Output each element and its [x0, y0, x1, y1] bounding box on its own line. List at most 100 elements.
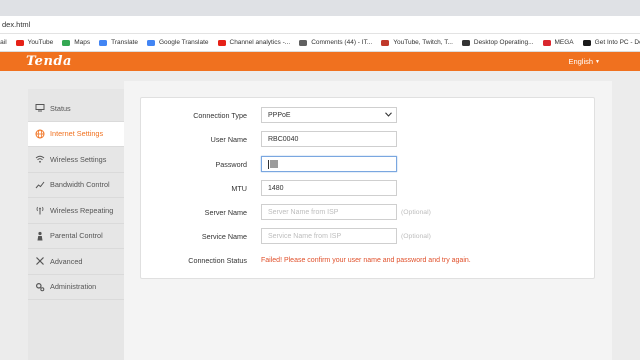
connection-type-select[interactable]: PPPoE: [261, 107, 397, 123]
main-panel: Connection Type PPPoE User Name RBC0040 …: [124, 81, 612, 360]
address-bar[interactable]: dex.html: [0, 16, 640, 34]
service-name-row: Service Name Service Name from ISP (Opti…: [141, 227, 596, 245]
connection-type-row: Connection Type PPPoE: [141, 106, 596, 124]
language-label: English: [568, 57, 594, 66]
bookmark-item[interactable]: Channel analytics -...: [217, 39, 291, 46]
bookmarks-bar: rail YouTube Maps Translate Google Translate…: [0, 34, 640, 52]
caret-down-icon: ▼: [595, 58, 600, 65]
sidebar-item-wireless-repeating[interactable]: Wireless Repeating: [28, 198, 124, 224]
bookmark-favicon-icon: [461, 39, 470, 46]
monitor-icon: [35, 103, 45, 113]
sidebar-item-advanced[interactable]: Advanced: [28, 249, 124, 275]
language-selector[interactable]: English ▼: [568, 57, 600, 66]
tenda-logo: Tenda: [26, 54, 72, 69]
service-name-placeholder: Service Name from ISP: [268, 232, 342, 240]
bookmark-favicon-icon: [15, 39, 24, 46]
wifi-icon: [35, 154, 45, 164]
password-row: Password: [141, 155, 596, 173]
connection-status-message: Failed! Please confirm your user name an…: [261, 256, 471, 264]
server-name-input[interactable]: Server Name from ISP: [261, 204, 397, 220]
service-name-input[interactable]: Service Name from ISP: [261, 228, 397, 244]
password-input[interactable]: [261, 156, 397, 172]
gear-icon: [35, 282, 45, 292]
bookmark-label: Maps: [74, 39, 91, 46]
server-name-placeholder: Server Name from ISP: [268, 208, 339, 216]
sidebar-nav: Status Internet Settings Wireless Settings…: [28, 89, 124, 360]
bookmark-favicon-icon: [99, 39, 108, 46]
bookmark-favicon-icon: [217, 39, 226, 46]
app-header: Tenda English ▼: [0, 52, 640, 71]
bookmark-favicon-icon: [582, 39, 591, 46]
user-name-input[interactable]: RBC0040: [261, 131, 397, 147]
bookmark-label: Translate: [111, 39, 138, 46]
bookmark-label: YouTube: [27, 39, 54, 46]
person-icon: [35, 231, 45, 241]
sidebar-item-parental-control[interactable]: Parental Control: [28, 224, 124, 249]
chevron-down-icon: [385, 111, 392, 119]
bookmark-label: rail: [0, 39, 7, 46]
connection-type-label: Connection Type: [193, 110, 247, 120]
globe-icon: [35, 129, 45, 139]
server-name-optional: (Optional): [401, 208, 431, 216]
sidebar-item-wireless-settings[interactable]: Wireless Settings: [28, 147, 124, 173]
bookmark-label: Comments (44) - IT...: [311, 39, 373, 46]
mtu-value: 1480: [268, 184, 284, 192]
user-name-row: User Name RBC0040: [141, 130, 596, 148]
text-cursor: [268, 159, 269, 169]
sidebar-item-label: Wireless Repeating: [50, 205, 114, 215]
user-name-value: RBC0040: [268, 135, 299, 143]
bookmark-item[interactable]: MEGA: [542, 39, 574, 46]
sidebar-item-administration[interactable]: Administration: [28, 275, 124, 300]
bookmark-item[interactable]: Desktop Operating...: [461, 39, 534, 46]
sidebar-item-label: Advanced: [50, 256, 83, 266]
bookmark-item[interactable]: Get Into PC - Down...: [582, 39, 640, 46]
server-name-label: Server Name: [204, 207, 247, 217]
connection-type-value: PPPoE: [268, 111, 291, 119]
connection-status-row: Connection Status Failed! Please confirm…: [141, 251, 596, 269]
internet-settings-form: Connection Type PPPoE User Name RBC0040 …: [140, 97, 595, 279]
server-name-row: Server Name Server Name from ISP (Option…: [141, 203, 596, 221]
bookmark-item[interactable]: Translate: [99, 39, 138, 46]
bookmark-label: Google Translate: [158, 39, 209, 46]
sidebar-item-label: Wireless Settings: [50, 154, 107, 164]
bookmark-label: YouTube, Twitch, T...: [393, 39, 453, 46]
bookmark-label: MEGA: [554, 39, 574, 46]
mtu-input[interactable]: 1480: [261, 180, 397, 196]
bookmark-favicon-icon: [62, 39, 71, 46]
sidebar-item-internet-settings[interactable]: Internet Settings: [28, 121, 124, 147]
bookmark-favicon-icon: [146, 39, 155, 46]
bookmark-label: Get Into PC - Down...: [594, 39, 640, 46]
bookmark-item[interactable]: rail: [0, 39, 7, 46]
browser-tab-strip: [0, 0, 640, 16]
service-name-label: Service Name: [201, 231, 247, 241]
user-name-label: User Name: [210, 134, 247, 144]
password-mask: [270, 160, 278, 168]
bookmark-favicon-icon: [299, 39, 308, 46]
address-text: dex.html: [2, 20, 31, 29]
tools-icon: [35, 256, 45, 266]
sidebar-item-label: Status: [50, 103, 71, 113]
graph-icon: [35, 180, 45, 190]
sidebar-item-status[interactable]: Status: [28, 96, 124, 122]
bookmark-label: Desktop Operating...: [473, 39, 534, 46]
bookmark-item[interactable]: YouTube: [15, 39, 54, 46]
bookmark-favicon-icon: [542, 39, 551, 46]
content-area: Status Internet Settings Wireless Settings…: [0, 71, 640, 360]
bookmark-label: Channel analytics -...: [229, 39, 291, 46]
mtu-label: MTU: [231, 183, 247, 193]
bookmark-item[interactable]: Maps: [62, 39, 90, 46]
service-name-optional: (Optional): [401, 232, 431, 240]
sidebar-item-label: Internet Settings: [50, 129, 104, 139]
sidebar-item-label: Administration: [50, 282, 97, 292]
connection-status-label: Connection Status: [188, 255, 247, 265]
bookmark-item[interactable]: YouTube, Twitch, T...: [381, 39, 453, 46]
sidebar-item-label: Bandwidth Control: [50, 180, 110, 190]
password-label: Password: [215, 159, 247, 169]
bookmark-item[interactable]: Comments (44) - IT...: [299, 39, 372, 46]
antenna-icon: [35, 205, 45, 215]
bookmark-favicon-icon: [381, 39, 390, 46]
sidebar-item-bandwidth-control[interactable]: Bandwidth Control: [28, 173, 124, 198]
bookmark-item[interactable]: Google Translate: [146, 39, 209, 46]
sidebar-item-label: Parental Control: [50, 231, 103, 241]
mtu-row: MTU 1480: [141, 179, 596, 197]
